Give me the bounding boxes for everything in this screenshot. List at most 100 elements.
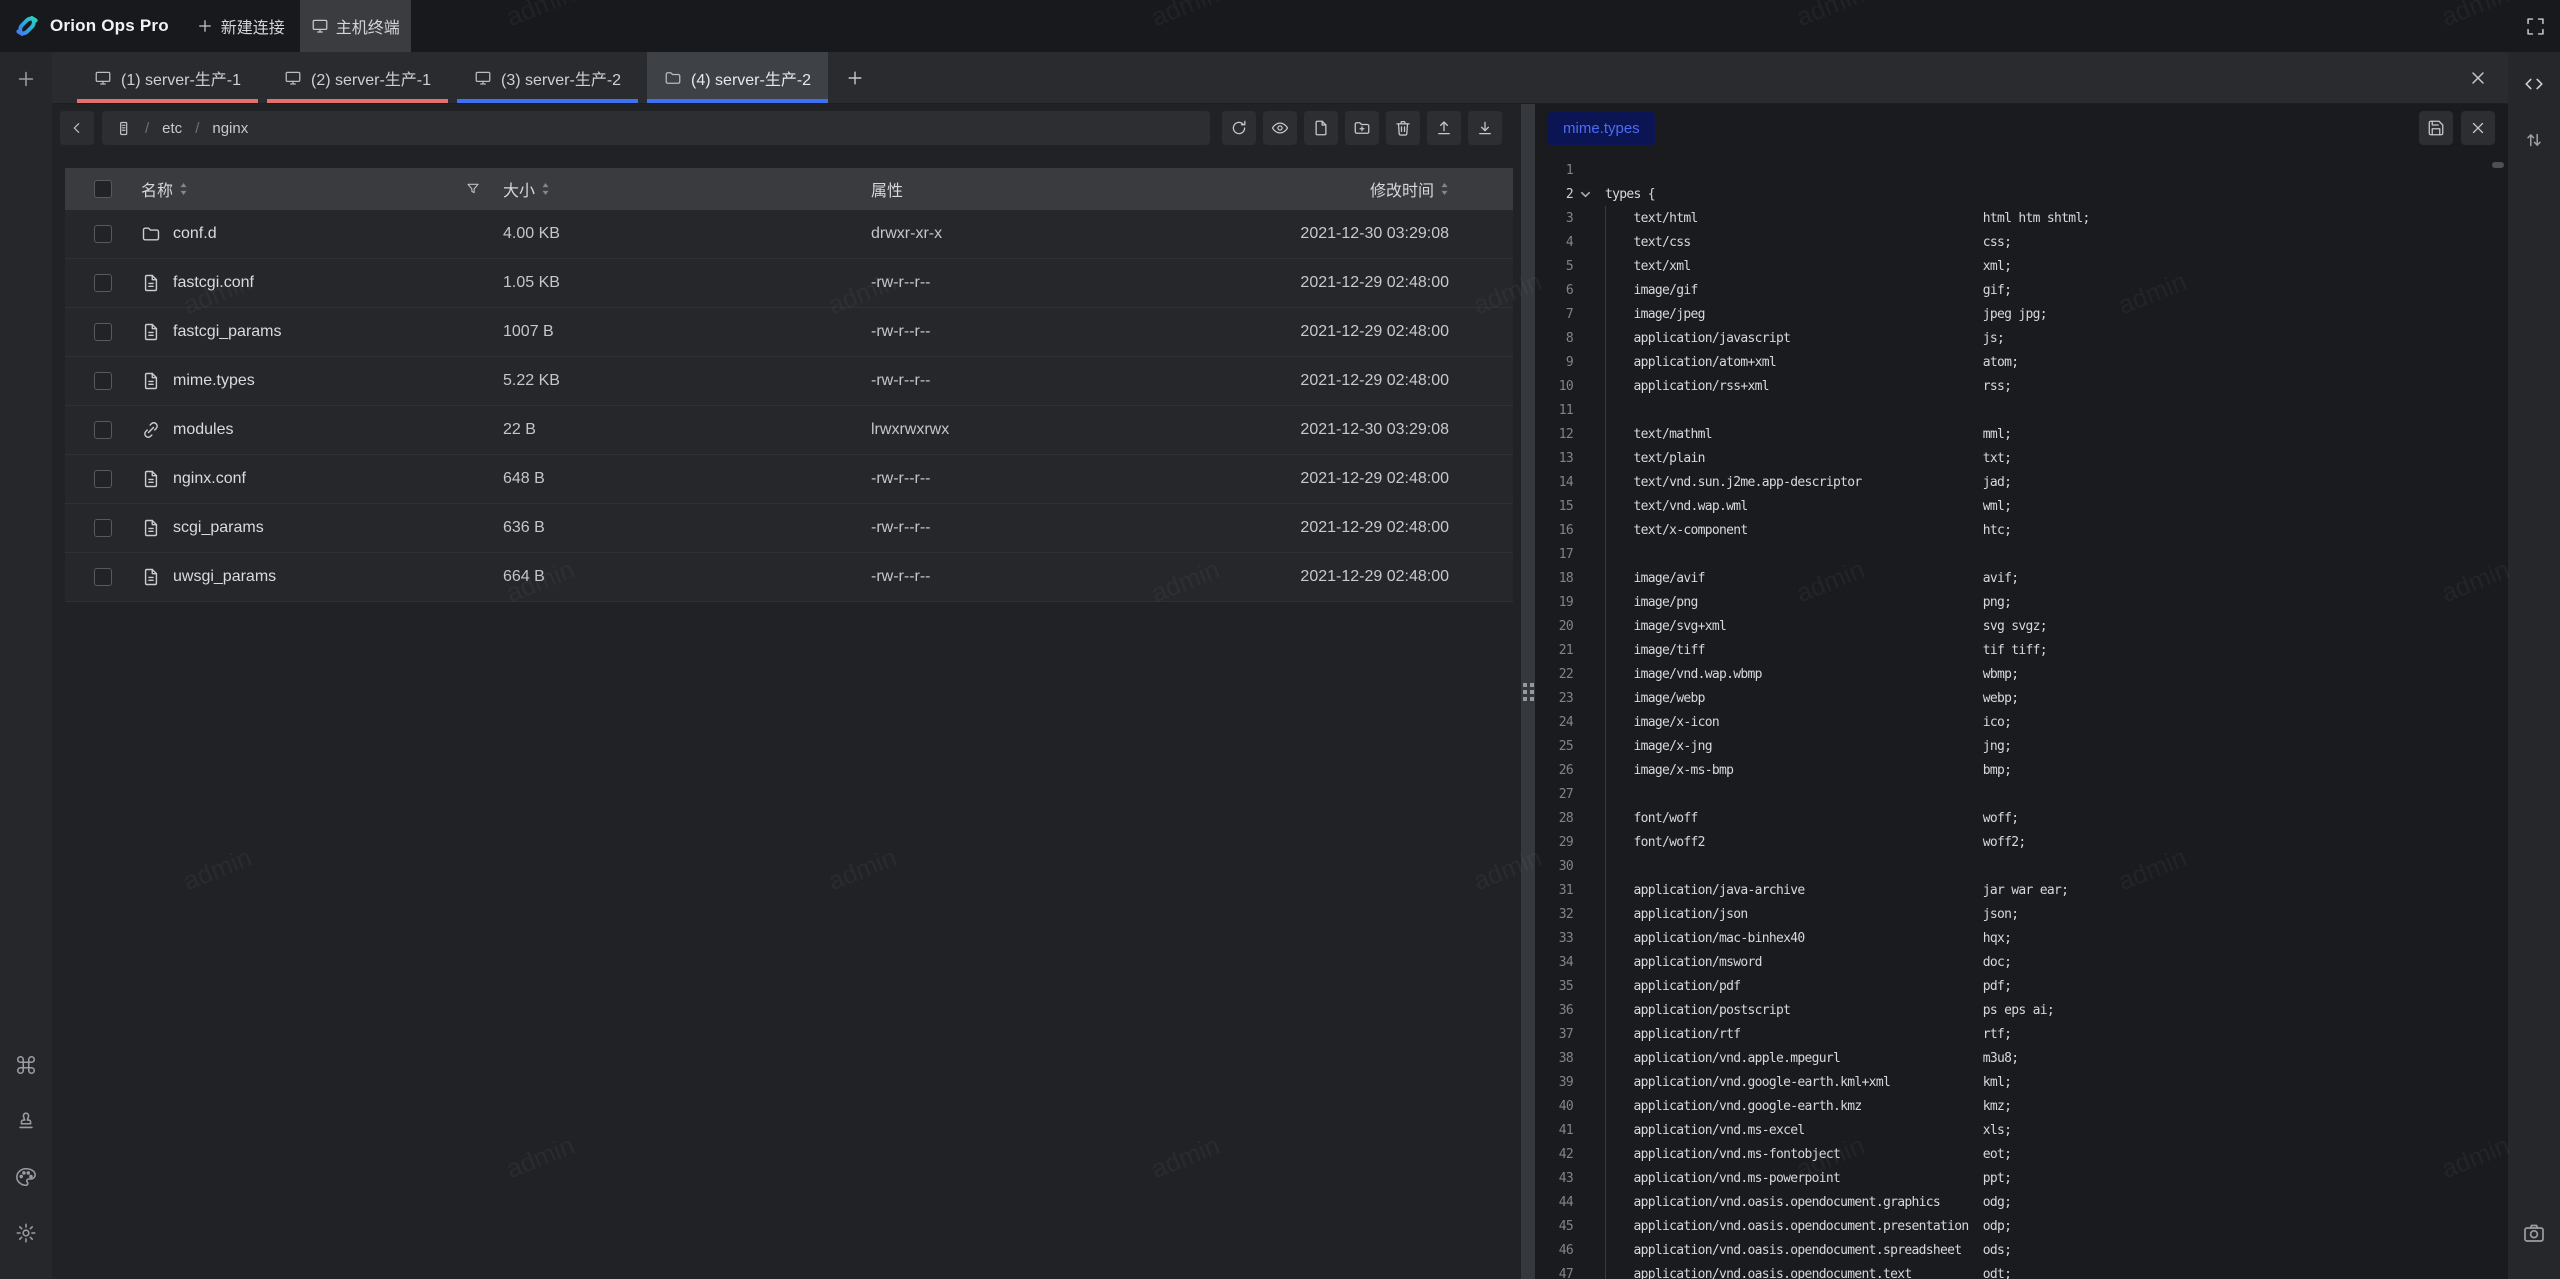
row-checkbox[interactable]	[94, 274, 112, 292]
settings-button[interactable]	[8, 1215, 44, 1251]
breadcrumb-segment-etc[interactable]: etc	[162, 120, 182, 137]
code-line[interactable]: 8 application/javascript js;	[1535, 326, 2508, 350]
column-header[interactable]: 大小	[503, 177, 550, 201]
code-line[interactable]: 4 text/css css;	[1535, 230, 2508, 254]
column-header[interactable]: 名称	[141, 177, 188, 201]
table-row[interactable]: conf.d4.00 KBdrwxr-xr-x2021-12-30 03:29:…	[65, 210, 1513, 259]
code-line[interactable]: 20 image/svg+xml svg svgz;	[1535, 614, 2508, 638]
code-line[interactable]: 13 text/plain txt;	[1535, 446, 2508, 470]
new-folder-button[interactable]	[1345, 111, 1379, 145]
code-line[interactable]: 14 text/vnd.sun.j2me.app-descriptor jad;	[1535, 470, 2508, 494]
file-name[interactable]: fastcgi_params	[173, 323, 282, 341]
code-line[interactable]: 6 image/gif gif;	[1535, 278, 2508, 302]
code-line[interactable]: 35 application/pdf pdf;	[1535, 974, 2508, 998]
row-checkbox[interactable]	[94, 323, 112, 341]
code-line[interactable]: 44 application/vnd.oasis.opendocument.gr…	[1535, 1190, 2508, 1214]
code-button[interactable]	[2516, 66, 2552, 102]
file-name[interactable]: modules	[173, 421, 233, 439]
sort-arrows-button[interactable]	[2516, 122, 2552, 158]
refresh-button[interactable]	[1222, 111, 1256, 145]
code-line[interactable]: 32 application/json json;	[1535, 902, 2508, 926]
code-line[interactable]: 10 application/rss+xml rss;	[1535, 374, 2508, 398]
code-line[interactable]: 37 application/rtf rtf;	[1535, 1022, 2508, 1046]
camera-button[interactable]	[2516, 1215, 2552, 1251]
code-line[interactable]: 33 application/mac-binhex40 hqx;	[1535, 926, 2508, 950]
session-tab[interactable]: (3) server-生产-2	[457, 52, 638, 103]
file-name[interactable]: uwsgi_params	[173, 568, 276, 586]
code-line[interactable]: 25 image/x-jng jng;	[1535, 734, 2508, 758]
new-file-button[interactable]	[1304, 111, 1338, 145]
delete-button[interactable]	[1386, 111, 1420, 145]
filter-icon[interactable]	[465, 181, 481, 197]
code-line[interactable]: 16 text/x-component htc;	[1535, 518, 2508, 542]
column-header[interactable]: 属性	[871, 177, 903, 201]
session-tab[interactable]: (2) server-生产-1	[267, 52, 448, 103]
sort-carets-icon[interactable]	[179, 182, 188, 196]
fold-toggle[interactable]	[1573, 188, 1597, 201]
add-session-tab-button[interactable]	[837, 52, 873, 104]
table-row[interactable]: uwsgi_params664 B-rw-r--r--2021-12-29 02…	[65, 553, 1513, 602]
table-row[interactable]: modules22 Blrwxrwxrwx2021-12-30 03:29:08	[65, 406, 1513, 455]
row-checkbox[interactable]	[94, 372, 112, 390]
file-name[interactable]: nginx.conf	[173, 470, 246, 488]
sort-carets-icon[interactable]	[1440, 182, 1449, 196]
table-row[interactable]: scgi_params636 B-rw-r--r--2021-12-29 02:…	[65, 504, 1513, 553]
code-line[interactable]: 23 image/webp webp;	[1535, 686, 2508, 710]
add-button[interactable]	[8, 61, 44, 97]
code-line[interactable]: 1	[1535, 158, 2508, 182]
file-name[interactable]: scgi_params	[173, 519, 264, 537]
code-line[interactable]: 40 application/vnd.google-earth.kmz kmz;	[1535, 1094, 2508, 1118]
download-button[interactable]	[1468, 111, 1502, 145]
code-line[interactable]: 42 application/vnd.ms-fontobject eot;	[1535, 1142, 2508, 1166]
save-file-button[interactable]	[2419, 111, 2453, 145]
file-name[interactable]: conf.d	[173, 225, 217, 243]
breadcrumb-segment-nginx[interactable]: nginx	[212, 120, 248, 137]
row-checkbox[interactable]	[94, 519, 112, 537]
code-line[interactable]: 36 application/postscript ps eps ai;	[1535, 998, 2508, 1022]
code-line[interactable]: 28 font/woff woff;	[1535, 806, 2508, 830]
row-checkbox[interactable]	[94, 470, 112, 488]
code-editor[interactable]: 12types {3 text/html html htm shtml;4 te…	[1535, 152, 2508, 1279]
code-line[interactable]: 34 application/msword doc;	[1535, 950, 2508, 974]
editor-file-tab[interactable]: mime.types	[1548, 112, 1655, 145]
new-connection-menu[interactable]: 新建连接	[185, 0, 296, 52]
table-row[interactable]: nginx.conf648 B-rw-r--r--2021-12-29 02:4…	[65, 455, 1513, 504]
code-line[interactable]: 45 application/vnd.oasis.opendocument.pr…	[1535, 1214, 2508, 1238]
code-line[interactable]: 15 text/vnd.wap.wml wml;	[1535, 494, 2508, 518]
session-tab[interactable]: (4) server-生产-2	[647, 52, 828, 103]
row-checkbox[interactable]	[94, 568, 112, 586]
close-file-button[interactable]	[2461, 111, 2495, 145]
code-line[interactable]: 7 image/jpeg jpeg jpg;	[1535, 302, 2508, 326]
code-line[interactable]: 22 image/vnd.wap.wbmp wbmp;	[1535, 662, 2508, 686]
code-line[interactable]: 29 font/woff2 woff2;	[1535, 830, 2508, 854]
back-button[interactable]	[60, 111, 94, 145]
fullscreen-button[interactable]	[2518, 9, 2552, 43]
upload-button[interactable]	[1427, 111, 1461, 145]
host-terminal-menu[interactable]: 主机终端	[300, 0, 411, 52]
code-line[interactable]: 47 application/vnd.oasis.opendocument.te…	[1535, 1262, 2508, 1279]
code-line[interactable]: 21 image/tiff tif tiff;	[1535, 638, 2508, 662]
preview-button[interactable]	[1263, 111, 1297, 145]
root-directory-icon[interactable]	[115, 120, 132, 137]
code-line[interactable]: 18 image/avif avif;	[1535, 566, 2508, 590]
panel-splitter[interactable]	[1521, 104, 1535, 1279]
session-tab[interactable]: (1) server-生产-1	[77, 52, 258, 103]
code-line[interactable]: 43 application/vnd.ms-powerpoint ppt;	[1535, 1166, 2508, 1190]
stamp-button[interactable]	[8, 1103, 44, 1139]
row-checkbox[interactable]	[94, 421, 112, 439]
code-line[interactable]: 19 image/png png;	[1535, 590, 2508, 614]
code-line[interactable]: 38 application/vnd.apple.mpegurl m3u8;	[1535, 1046, 2508, 1070]
editor-scrollbar-thumb[interactable]	[2492, 162, 2504, 168]
code-line[interactable]: 11	[1535, 398, 2508, 422]
code-line[interactable]: 3 text/html html htm shtml;	[1535, 206, 2508, 230]
palette-button[interactable]	[8, 1159, 44, 1195]
code-line[interactable]: 30	[1535, 854, 2508, 878]
code-line[interactable]: 31 application/java-archive jar war ear;	[1535, 878, 2508, 902]
code-line[interactable]: 27	[1535, 782, 2508, 806]
code-line[interactable]: 2types {	[1535, 182, 2508, 206]
sort-carets-icon[interactable]	[541, 182, 550, 196]
code-line[interactable]: 24 image/x-icon ico;	[1535, 710, 2508, 734]
row-checkbox[interactable]	[94, 225, 112, 243]
code-line[interactable]: 39 application/vnd.google-earth.kml+xml …	[1535, 1070, 2508, 1094]
file-name[interactable]: fastcgi.conf	[173, 274, 254, 292]
